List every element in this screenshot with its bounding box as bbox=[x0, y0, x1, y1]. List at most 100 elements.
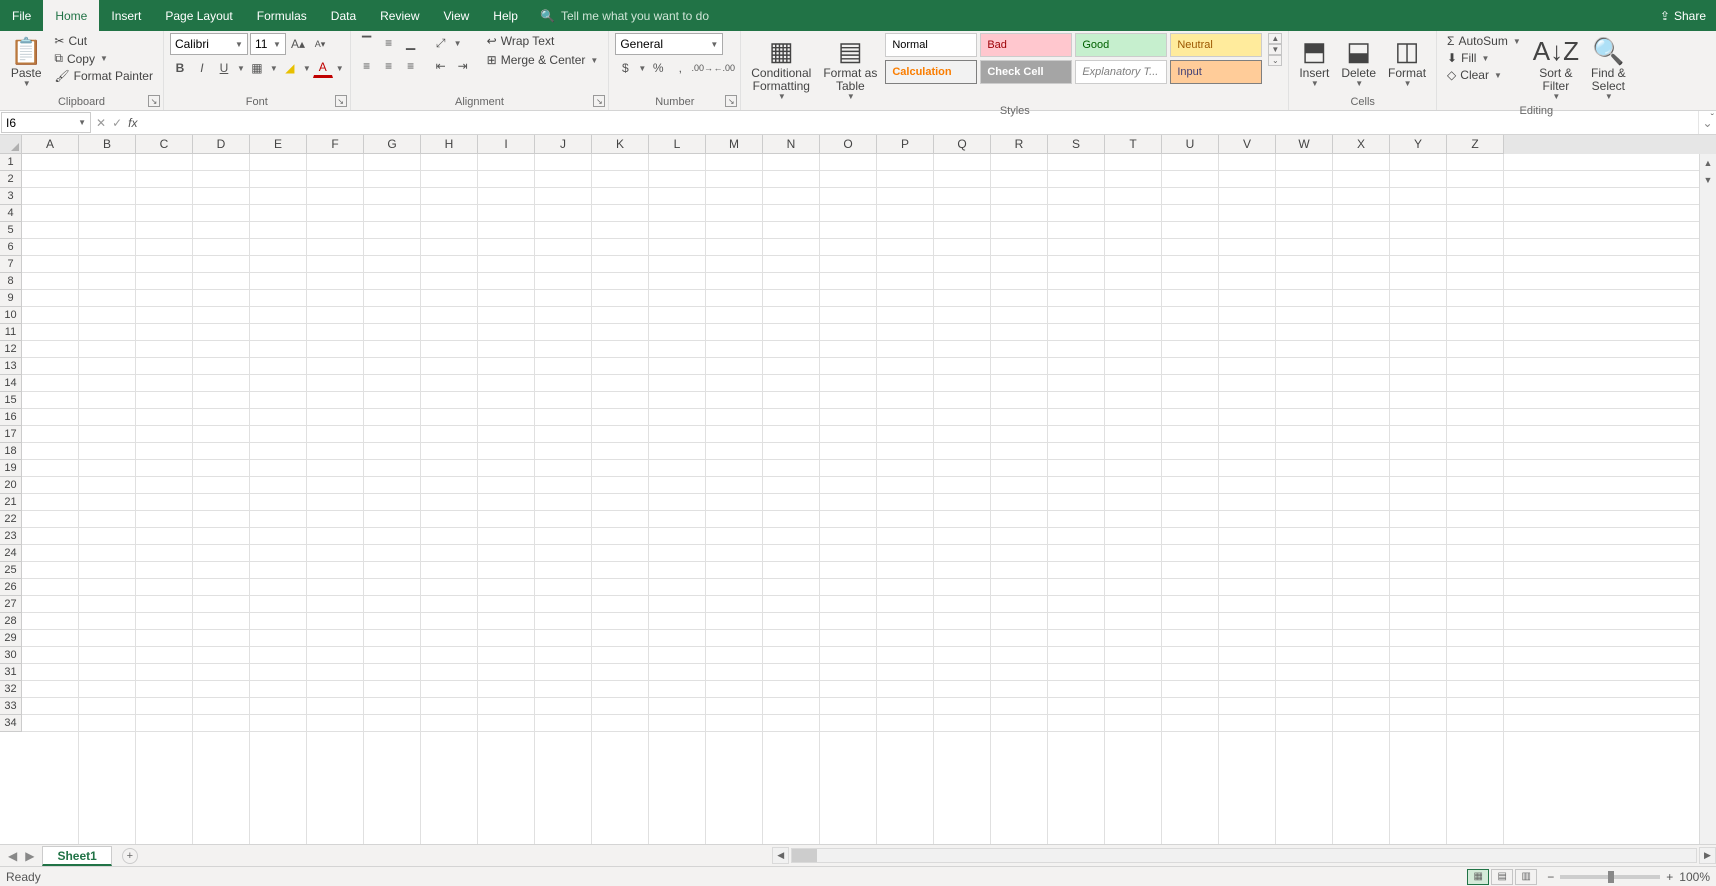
style-neutral[interactable]: Neutral bbox=[1170, 33, 1262, 57]
font-name-combo[interactable]: Calibri▼ bbox=[170, 33, 248, 55]
align-right-button[interactable]: ≡ bbox=[401, 56, 421, 76]
chevron-down-icon[interactable]: ▼ bbox=[336, 64, 344, 73]
row-header[interactable]: 23 bbox=[0, 528, 22, 545]
style-good[interactable]: Good bbox=[1075, 33, 1167, 57]
borders-button[interactable]: ▦ bbox=[247, 58, 267, 78]
row-header[interactable]: 14 bbox=[0, 375, 22, 392]
increase-indent-button[interactable]: ⇥ bbox=[453, 56, 473, 76]
row-header[interactable]: 26 bbox=[0, 579, 22, 596]
column-header[interactable]: F bbox=[307, 135, 364, 154]
row-header[interactable]: 30 bbox=[0, 647, 22, 664]
decrease-font-button[interactable]: A▾ bbox=[310, 34, 330, 54]
chevron-down-icon[interactable]: ▼ bbox=[454, 39, 462, 48]
row-header[interactable]: 1 bbox=[0, 154, 22, 171]
column-header[interactable]: C bbox=[136, 135, 193, 154]
column-header[interactable]: O bbox=[820, 135, 877, 154]
scroll-left-button[interactable]: ◀ bbox=[772, 847, 789, 864]
chevron-down-icon[interactable]: ▼ bbox=[638, 64, 646, 73]
style-normal[interactable]: Normal bbox=[885, 33, 977, 57]
style-bad[interactable]: Bad bbox=[980, 33, 1072, 57]
collapse-ribbon-button[interactable]: ˇ bbox=[1711, 113, 1714, 124]
tab-view[interactable]: View bbox=[432, 0, 482, 31]
find-select-button[interactable]: 🔍Find & Select▼ bbox=[1587, 33, 1630, 104]
copy-button[interactable]: ⧉Copy▼ bbox=[50, 50, 157, 67]
align-left-button[interactable]: ≡ bbox=[357, 56, 377, 76]
comma-button[interactable]: , bbox=[670, 58, 690, 78]
row-header[interactable]: 5 bbox=[0, 222, 22, 239]
format-as-table-button[interactable]: ▤ Format as Table▼ bbox=[819, 33, 881, 104]
column-header[interactable]: A bbox=[22, 135, 79, 154]
scroll-thumb[interactable] bbox=[792, 849, 817, 862]
tab-formulas[interactable]: Formulas bbox=[245, 0, 319, 31]
style-check-cell[interactable]: Check Cell bbox=[980, 60, 1072, 84]
share-button[interactable]: ⇪ Share bbox=[1650, 0, 1716, 31]
column-header[interactable]: Q bbox=[934, 135, 991, 154]
chevron-down-icon[interactable]: ▼ bbox=[303, 64, 311, 73]
style-input[interactable]: Input bbox=[1170, 60, 1262, 84]
row-header[interactable]: 22 bbox=[0, 511, 22, 528]
row-header[interactable]: 33 bbox=[0, 698, 22, 715]
column-header[interactable]: P bbox=[877, 135, 934, 154]
tab-insert[interactable]: Insert bbox=[99, 0, 153, 31]
align-center-button[interactable]: ≡ bbox=[379, 56, 399, 76]
normal-view-button[interactable]: ▦ bbox=[1467, 869, 1489, 885]
row-header[interactable]: 17 bbox=[0, 426, 22, 443]
select-all-corner[interactable] bbox=[0, 135, 22, 154]
row-header[interactable]: 20 bbox=[0, 477, 22, 494]
font-size-combo[interactable]: 11▼ bbox=[250, 33, 286, 55]
zoom-level[interactable]: 100% bbox=[1679, 870, 1710, 884]
tab-home[interactable]: Home bbox=[43, 0, 99, 31]
name-box[interactable]: I6▼ bbox=[1, 112, 91, 133]
gallery-up-button[interactable]: ▲ bbox=[1268, 33, 1282, 44]
row-header[interactable]: 7 bbox=[0, 256, 22, 273]
cells-area[interactable] bbox=[22, 154, 1716, 844]
scroll-up-button[interactable]: ▲ bbox=[1700, 154, 1716, 171]
paste-button[interactable]: 📋 Paste ▼ bbox=[6, 33, 46, 91]
column-header[interactable]: H bbox=[421, 135, 478, 154]
row-header[interactable]: 21 bbox=[0, 494, 22, 511]
column-header[interactable]: N bbox=[763, 135, 820, 154]
row-header[interactable]: 9 bbox=[0, 290, 22, 307]
dialog-launcher[interactable]: ↘ bbox=[148, 95, 160, 107]
delete-cells-button[interactable]: ⬓Delete▼ bbox=[1337, 33, 1380, 91]
column-header[interactable]: Y bbox=[1390, 135, 1447, 154]
scroll-down-button[interactable]: ▼ bbox=[1700, 171, 1716, 188]
dialog-launcher[interactable]: ↘ bbox=[725, 95, 737, 107]
tab-data[interactable]: Data bbox=[319, 0, 368, 31]
new-sheet-button[interactable]: + bbox=[122, 848, 138, 864]
column-header[interactable]: T bbox=[1105, 135, 1162, 154]
row-header[interactable]: 3 bbox=[0, 188, 22, 205]
tab-help[interactable]: Help bbox=[481, 0, 530, 31]
percent-button[interactable]: % bbox=[648, 58, 668, 78]
gallery-more-button[interactable]: ⌄ bbox=[1268, 55, 1282, 66]
fx-button[interactable]: fx bbox=[128, 116, 137, 130]
row-header[interactable]: 29 bbox=[0, 630, 22, 647]
row-header[interactable]: 11 bbox=[0, 324, 22, 341]
enter-formula-button[interactable]: ✓ bbox=[112, 116, 122, 130]
column-header[interactable]: J bbox=[535, 135, 592, 154]
column-header[interactable]: R bbox=[991, 135, 1048, 154]
column-header[interactable]: L bbox=[649, 135, 706, 154]
column-header[interactable]: K bbox=[592, 135, 649, 154]
number-format-combo[interactable]: General▼ bbox=[615, 33, 723, 55]
row-header[interactable]: 13 bbox=[0, 358, 22, 375]
increase-decimal-button[interactable]: .00→ bbox=[692, 58, 712, 78]
fill-button[interactable]: ⬇Fill▼ bbox=[1443, 50, 1525, 66]
dialog-launcher[interactable]: ↘ bbox=[335, 95, 347, 107]
column-header[interactable]: I bbox=[478, 135, 535, 154]
row-header[interactable]: 28 bbox=[0, 613, 22, 630]
sheet-nav-prev[interactable]: ◀ bbox=[8, 849, 17, 863]
autosum-button[interactable]: ΣAutoSum▼ bbox=[1443, 33, 1525, 49]
fill-color-button[interactable]: ◢ bbox=[280, 58, 300, 78]
chevron-down-icon[interactable]: ▼ bbox=[237, 64, 245, 73]
row-header[interactable]: 32 bbox=[0, 681, 22, 698]
decrease-indent-button[interactable]: ⇤ bbox=[431, 56, 451, 76]
row-header[interactable]: 34 bbox=[0, 715, 22, 732]
row-header[interactable]: 15 bbox=[0, 392, 22, 409]
row-header[interactable]: 31 bbox=[0, 664, 22, 681]
align-bottom-button[interactable]: ▁ bbox=[401, 33, 421, 53]
gallery-down-button[interactable]: ▼ bbox=[1268, 44, 1282, 55]
column-header[interactable]: U bbox=[1162, 135, 1219, 154]
zoom-out-button[interactable]: − bbox=[1547, 870, 1554, 884]
align-middle-button[interactable]: ≡ bbox=[379, 33, 399, 53]
